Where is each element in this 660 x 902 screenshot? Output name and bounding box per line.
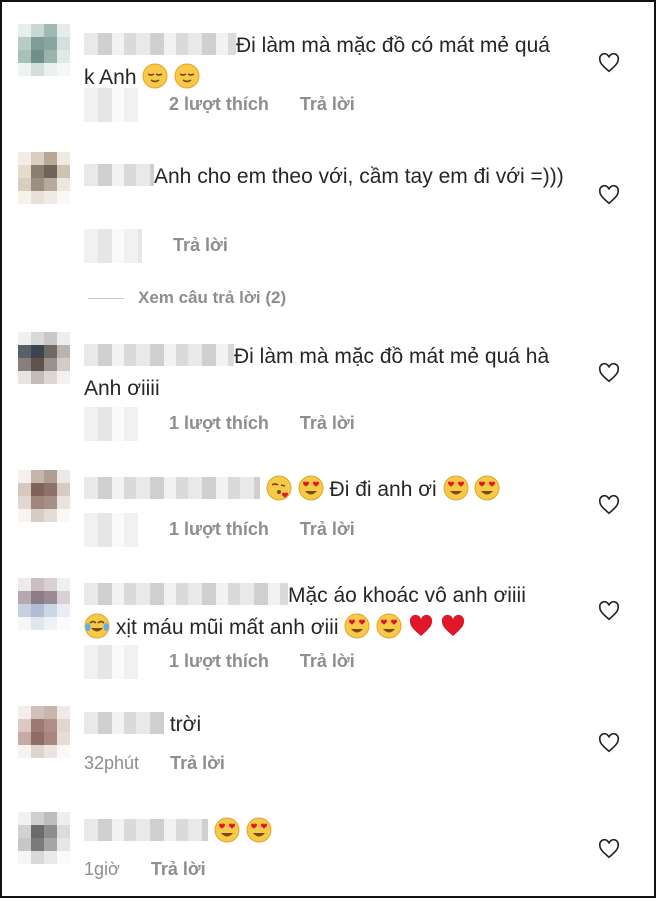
avatar[interactable]: [18, 24, 70, 76]
heart-outline-icon[interactable]: [598, 600, 620, 622]
comment-meta: 1 lượt thích Trả lời: [84, 407, 381, 441]
avatar[interactable]: [18, 470, 70, 522]
comment-meta: 1giờ Trả lời: [84, 859, 232, 880]
avatar[interactable]: [18, 332, 70, 384]
comment-meta: Trả lời: [84, 229, 254, 263]
reply-button[interactable]: Trả lời: [151, 859, 206, 879]
time-blurred: [84, 513, 138, 547]
comment-text: Đi đi anh ơi: [84, 474, 564, 506]
time-blurred: [84, 88, 138, 122]
heart-outline-icon[interactable]: [598, 184, 620, 206]
likes-count[interactable]: 1 lượt thích: [169, 651, 269, 671]
relieved-face-emoji-icon: [174, 63, 200, 89]
reply-button[interactable]: Trả lời: [300, 413, 355, 433]
divider-line: [88, 297, 124, 299]
username-blurred[interactable]: [84, 344, 234, 366]
comment-meta: 32phút Trả lời: [84, 753, 251, 774]
heart-eyes-emoji-icon: [344, 613, 370, 639]
heart-eyes-emoji-icon: [214, 817, 240, 843]
username-blurred[interactable]: [84, 33, 236, 55]
heart-outline-icon[interactable]: [598, 362, 620, 384]
heart-outline-icon[interactable]: [598, 732, 620, 754]
comments-panel: Đi làm mà mặc đồ có mát mẻ quá k Anh 2 l…: [0, 0, 656, 898]
heart-eyes-emoji-icon: [376, 613, 402, 639]
time-blurred: [84, 407, 138, 441]
red-heart-emoji-icon: [409, 614, 433, 636]
comment-text: Mặc áo khoác vô anh ơiiii xịt máu mũi mấ…: [84, 580, 564, 644]
heart-outline-icon[interactable]: [598, 494, 620, 516]
heart-outline-icon[interactable]: [598, 838, 620, 860]
avatar[interactable]: [18, 578, 70, 630]
avatar[interactable]: [18, 706, 70, 758]
username-blurred[interactable]: [84, 583, 288, 605]
username-blurred[interactable]: [84, 819, 208, 841]
avatar[interactable]: [18, 152, 70, 204]
timestamp: 1giờ: [84, 859, 120, 879]
time-blurred: [84, 645, 138, 679]
comment-text: [84, 816, 564, 848]
comment-text: Anh cho em theo với, cầm tay em đi với =…: [84, 161, 564, 193]
reply-button[interactable]: Trả lời: [300, 94, 355, 114]
heart-eyes-emoji-icon: [298, 475, 324, 501]
comment-meta: 1 lượt thích Trả lời: [84, 645, 381, 679]
reply-button[interactable]: Trả lời: [173, 235, 228, 255]
heart-outline-icon[interactable]: [598, 52, 620, 74]
username-blurred[interactable]: [84, 164, 154, 186]
username-blurred[interactable]: [84, 477, 260, 499]
relieved-face-emoji-icon: [142, 63, 168, 89]
comment-meta: 1 lượt thích Trả lời: [84, 513, 381, 547]
red-heart-emoji-icon: [441, 614, 464, 636]
tears-of-joy-emoji-icon: [84, 613, 110, 639]
likes-count[interactable]: 1 lượt thích: [169, 519, 269, 539]
heart-eyes-emoji-icon: [246, 817, 272, 843]
face-blowing-kiss-emoji-icon: [266, 475, 292, 501]
likes-count[interactable]: 1 lượt thích: [169, 413, 269, 433]
username-blurred[interactable]: [84, 712, 164, 734]
likes-count[interactable]: 2 lượt thích: [169, 94, 269, 114]
heart-eyes-emoji-icon: [443, 475, 469, 501]
comment-text: Đi làm mà mặc đồ mát mẻ quá hà Anh ơiiii: [84, 344, 550, 400]
avatar[interactable]: [18, 812, 70, 864]
reply-button[interactable]: Trả lời: [300, 651, 355, 671]
view-replies-label: Xem câu trả lời (2): [138, 288, 287, 307]
timestamp: 32phút: [84, 753, 140, 773]
heart-eyes-emoji-icon: [474, 475, 500, 501]
view-replies-button[interactable]: Xem câu trả lời (2): [88, 288, 286, 308]
reply-button[interactable]: Trả lời: [170, 753, 225, 773]
reply-button[interactable]: Trả lời: [300, 519, 355, 539]
comment-meta: 2 lượt thích Trả lời: [84, 88, 381, 122]
comment-text: Đi làm mà mặc đồ có mát mẻ quá k Anh: [84, 33, 550, 89]
time-blurred: [84, 229, 142, 263]
comment-text: trời: [84, 709, 564, 741]
